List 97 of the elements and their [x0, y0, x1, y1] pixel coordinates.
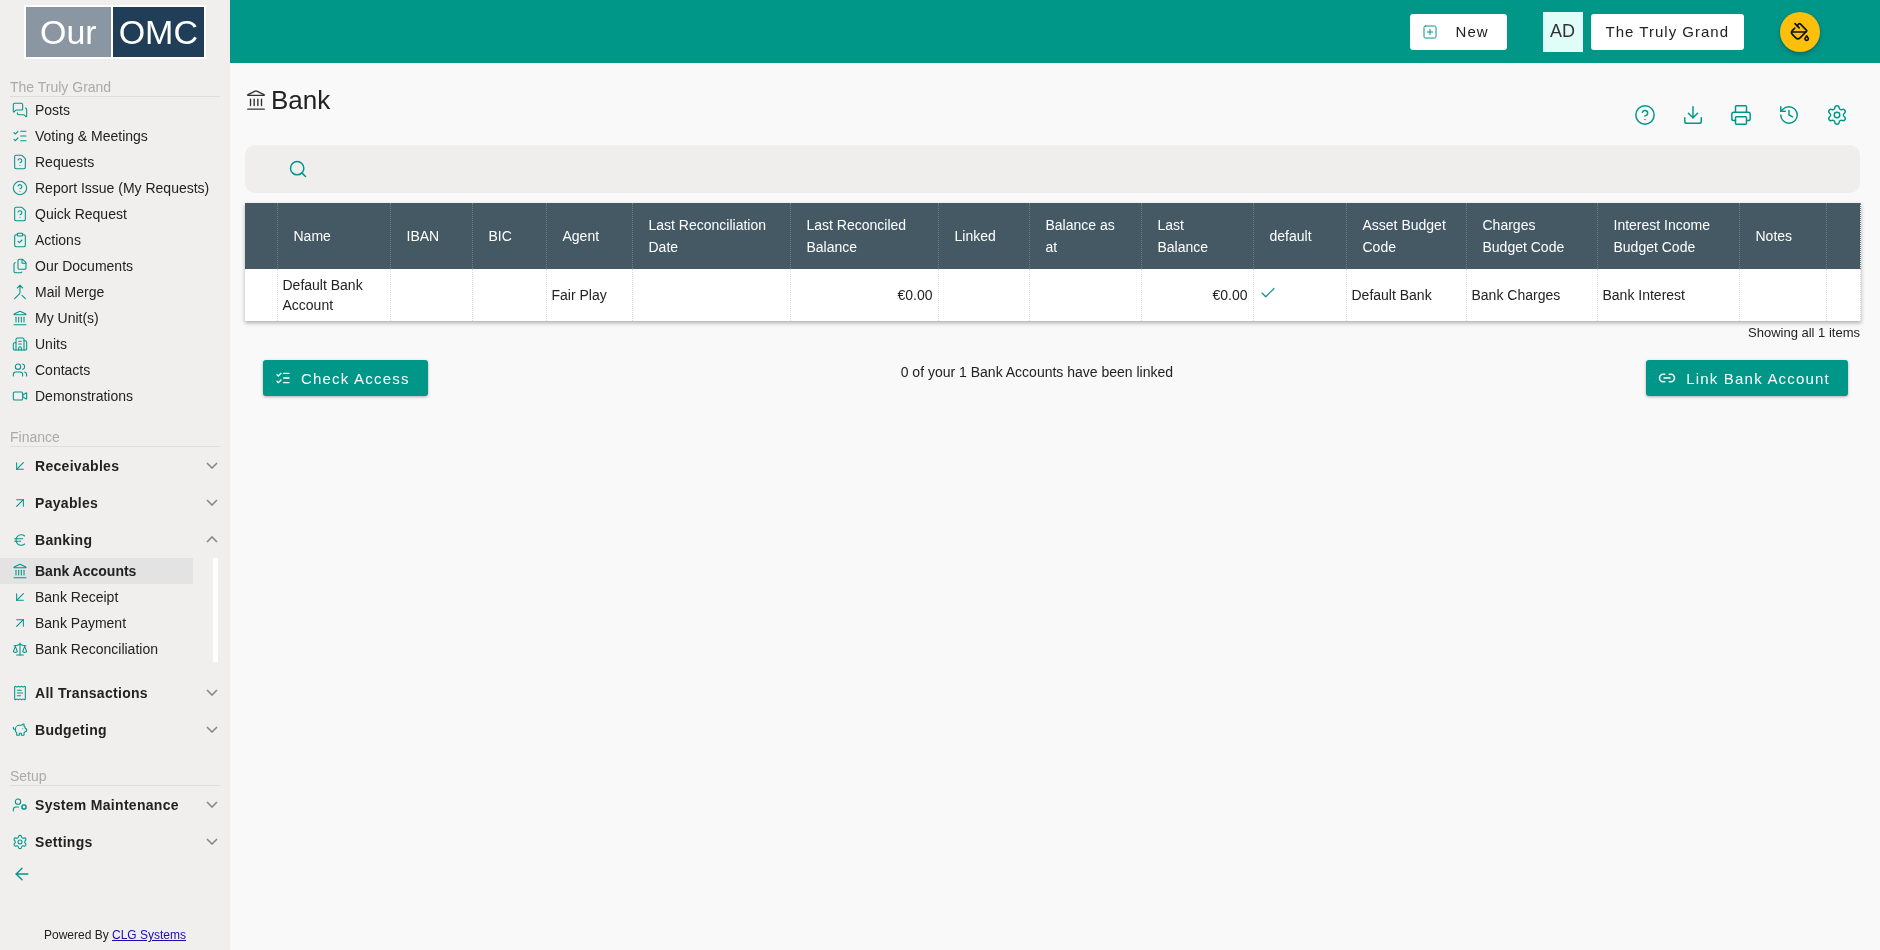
sidebar-group[interactable]: Banking	[0, 521, 230, 558]
search-icon	[288, 159, 308, 179]
paint-bucket-button[interactable]	[1780, 11, 1820, 52]
menu-item-icon	[12, 721, 28, 738]
sidebar-item[interactable]: Units	[0, 331, 230, 357]
section-heading: Setup	[10, 768, 47, 784]
sidebar-group[interactable]: Receivables	[0, 447, 230, 484]
settings-button[interactable]	[1826, 104, 1848, 126]
chevron-up-icon	[206, 536, 218, 543]
sidebar-item[interactable]: Contacts	[0, 357, 230, 383]
print-button[interactable]	[1730, 104, 1752, 126]
table-cell: Default Bank	[1346, 269, 1466, 321]
logo-text: OMC	[110, 7, 204, 57]
column-header[interactable]: Linked	[938, 203, 1029, 269]
table-cell: Fair Play	[546, 269, 632, 321]
clg-systems-link[interactable]: CLG Systems	[112, 928, 187, 942]
logo-text: Our	[26, 7, 111, 57]
menu-item-icon	[12, 180, 28, 196]
menu-item-icon	[12, 796, 28, 813]
table-cell: Bank Charges	[1466, 269, 1597, 321]
avatar[interactable]: AD	[1542, 11, 1583, 52]
menu-item-icon	[12, 102, 28, 118]
sidebar-item[interactable]: Report Issue (My Requests)	[0, 175, 230, 201]
page-title: Bank	[271, 84, 331, 116]
column-header[interactable]: Last Reconciliation Date	[632, 203, 790, 269]
chevron-down-icon	[206, 689, 218, 696]
sidebar-item[interactable]: My Unit(s)	[0, 305, 230, 331]
sidebar-group[interactable]: System Maintenance	[0, 786, 230, 823]
sidebar-item[interactable]: Bank Receipt	[0, 584, 213, 610]
sidebar-item[interactable]: Mail Merge	[0, 279, 230, 305]
link-bank-account-button[interactable]: Link Bank Account	[1646, 360, 1848, 396]
table-cell: €0.00	[790, 269, 938, 321]
new-button[interactable]: New	[1409, 13, 1507, 50]
table-cell: Bank Interest	[1597, 269, 1739, 321]
checklist-icon	[275, 370, 291, 386]
menu-item-icon	[12, 641, 28, 657]
chevron-down-icon	[206, 462, 218, 469]
column-header[interactable]: Name	[277, 203, 390, 269]
sidebar-item[interactable]: Posts	[0, 97, 230, 123]
column-header[interactable]: Agent	[546, 203, 632, 269]
sidebar-group[interactable]: Payables	[0, 484, 230, 521]
bank-icon	[245, 89, 267, 111]
items-count: Showing all 1 items	[1748, 325, 1860, 340]
sidebar-group[interactable]: All Transactions	[0, 674, 230, 711]
section-heading: Finance	[10, 429, 60, 445]
menu-item-icon	[12, 833, 28, 850]
column-header[interactable]: BIC	[472, 203, 546, 269]
paint-bucket-icon	[1790, 21, 1810, 42]
sidebar-item[interactable]: Bank Payment	[0, 610, 213, 636]
column-header[interactable]: Notes	[1739, 203, 1826, 269]
sidebar-item[interactable]: Bank Reconciliation	[0, 636, 213, 662]
check-access-button[interactable]: Check Access	[263, 360, 428, 396]
menu-item-icon	[12, 310, 28, 326]
column-header[interactable]: Balance as at	[1029, 203, 1141, 269]
chevron-down-icon	[206, 838, 218, 845]
menu-item-icon	[12, 684, 28, 701]
menu-item-icon	[12, 128, 28, 144]
sidebar-item[interactable]: Quick Request	[0, 201, 230, 227]
sidebar-item[interactable]: Requests	[0, 149, 230, 175]
chevron-down-icon	[206, 801, 218, 808]
menu-item-icon	[12, 362, 28, 378]
sidebar-item[interactable]: Actions	[0, 227, 230, 253]
menu-item-icon	[12, 284, 28, 300]
column-header[interactable]: Last Reconciled Balance	[790, 203, 938, 269]
sidebar-group[interactable]: Budgeting	[0, 711, 230, 748]
menu-item-icon	[12, 258, 28, 274]
organisation-button[interactable]: The Truly Grand	[1590, 13, 1744, 50]
help-button[interactable]	[1634, 104, 1656, 126]
table-cell: Default Bank Account	[277, 269, 390, 321]
column-header[interactable]: Last Balance	[1141, 203, 1253, 269]
chevron-down-icon	[206, 499, 218, 506]
sidebar-item[interactable]: Our Documents	[0, 253, 230, 279]
column-header[interactable]: Charges Budget Code	[1466, 203, 1597, 269]
menu-item-icon	[12, 531, 28, 548]
menu-item-icon	[12, 388, 28, 404]
table-cell: €0.00	[1141, 269, 1253, 321]
column-header[interactable]: default	[1253, 203, 1346, 269]
chevron-down-icon	[206, 726, 218, 733]
menu-item-icon	[12, 563, 28, 579]
menu-item-icon	[12, 232, 28, 248]
download-button[interactable]	[1682, 104, 1704, 126]
sidebar-group[interactable]: Settings	[0, 823, 230, 860]
plus-square-icon	[1421, 23, 1438, 40]
linked-status-text: 0 of your 1 Bank Accounts have been linked	[900, 363, 1174, 380]
sidebar-item[interactable]: Demonstrations	[0, 383, 230, 409]
menu-item-icon	[12, 206, 28, 222]
menu-item-icon	[12, 336, 28, 352]
search-field[interactable]	[245, 145, 1860, 193]
column-header[interactable]: IBAN	[390, 203, 472, 269]
sidebar-item[interactable]: Voting & Meetings	[0, 123, 230, 149]
powered-by-text: Powered By CLG Systems	[42, 928, 188, 942]
menu-item-icon	[12, 154, 28, 170]
sidebar-item[interactable]: Bank Accounts	[0, 558, 193, 584]
column-header[interactable]: Asset Budget Code	[1346, 203, 1466, 269]
section-heading: The Truly Grand	[10, 79, 112, 95]
column-header[interactable]: Interest Income Budget Code	[1597, 203, 1739, 269]
history-button[interactable]	[1778, 104, 1800, 126]
